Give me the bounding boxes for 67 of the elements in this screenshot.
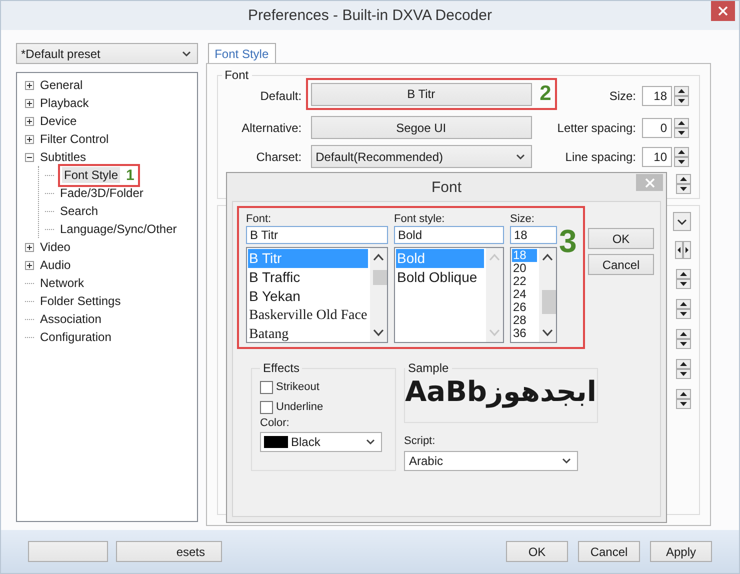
tree-item[interactable]: Audio (38, 257, 73, 273)
tree-item[interactable]: Font Style (62, 167, 120, 183)
field-label: Color: (260, 417, 290, 430)
field-label: Size: (510, 213, 536, 226)
spinner-label: Size: (608, 89, 637, 103)
dialog-button[interactable]: OK (506, 541, 568, 562)
list-item[interactable]: Bold Oblique (396, 268, 484, 287)
tree-item[interactable]: General (38, 77, 85, 93)
tree-item[interactable]: Association (38, 311, 104, 327)
font-button[interactable]: B Titr (310, 82, 532, 106)
checkbox-label: Underline (276, 401, 324, 413)
tree-item[interactable]: Device (38, 113, 79, 129)
tree-item[interactable]: Search (58, 203, 100, 219)
script-dropdown[interactable]: Arabic (404, 451, 578, 471)
tree-item[interactable]: Folder Settings (38, 293, 123, 309)
annotation-number: 3 (559, 225, 577, 257)
tree-item[interactable]: Subtitles (38, 149, 88, 165)
tab[interactable]: Font Style (208, 43, 276, 63)
list-item[interactable]: B Traffic (248, 268, 368, 287)
tree-item[interactable]: Language/Sync/Other (58, 221, 179, 237)
field-label: Charset: (255, 150, 303, 164)
font-button[interactable]: Segoe UI (310, 116, 532, 139)
list-item[interactable]: 28 (512, 314, 537, 327)
annotation-number: 2 (540, 82, 552, 106)
spinner-label: Line spacing: (564, 150, 637, 164)
dialog-button[interactable]: Apply (650, 541, 712, 562)
dialog-button[interactable]: Cancel (588, 254, 654, 275)
group-title: Font (224, 68, 250, 82)
spinner-label: Letter spacing: (557, 120, 637, 134)
charset-dropdown[interactable]: Default(Recommended) (310, 145, 532, 168)
list-item[interactable]: 36 (512, 327, 537, 340)
list-item[interactable]: 26 (512, 301, 537, 314)
list-item[interactable]: 22 (512, 275, 537, 288)
preset-dropdown[interactable]: *Default preset (16, 43, 198, 64)
text-field[interactable]: B Titr (246, 226, 388, 244)
annotation-number: 1 (126, 166, 134, 184)
dialog-title: Font (431, 178, 462, 196)
list-item[interactable]: B Yekan (248, 287, 368, 306)
tree-item[interactable]: Network (38, 275, 86, 291)
list-item[interactable]: 20 (512, 262, 537, 275)
sample-text: AaBbابجدهوز (405, 375, 597, 408)
tree-item[interactable]: Filter Control (38, 131, 111, 147)
field-label: Alternative: (240, 120, 303, 134)
dialog-button[interactable]: Cancel (578, 541, 640, 562)
text-field[interactable]: 18 (510, 226, 557, 244)
checkbox-label: Strikeout (276, 381, 320, 393)
tree-item[interactable]: Playback (38, 95, 91, 111)
tree-item[interactable]: Configuration (38, 329, 114, 345)
dialog-button[interactable]: OK (588, 228, 654, 249)
list-item[interactable]: Baskerville Old Face (248, 306, 368, 325)
list-item[interactable]: Batang (248, 325, 368, 342)
field-label: Script: (404, 435, 436, 448)
number-field[interactable]: 0 (642, 118, 672, 138)
field-label: Font style: (394, 213, 446, 226)
color-dropdown[interactable]: Black (260, 432, 382, 452)
field-label: Font: (246, 213, 272, 226)
group-title: Effects (262, 361, 300, 375)
list-item[interactable]: 24 (512, 288, 537, 301)
tree-item[interactable]: Fade/3D/Folder (58, 185, 146, 201)
field-label: Default: (259, 89, 303, 103)
number-field[interactable]: 18 (642, 86, 672, 106)
group-title: Sample (407, 361, 450, 375)
window-title: Preferences - Built-in DXVA Decoder (248, 7, 492, 24)
tree-item[interactable]: Video (38, 239, 72, 255)
number-field[interactable]: 10 (642, 146, 672, 166)
footer-button[interactable]: esets (116, 541, 222, 562)
text-field[interactable]: Bold (394, 226, 504, 244)
